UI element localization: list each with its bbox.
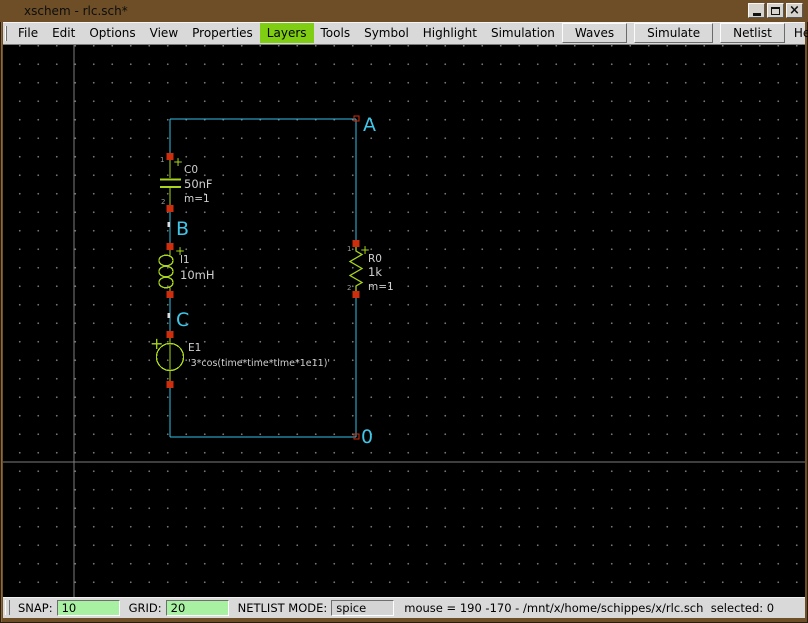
capacitor-mult[interactable]: m=1 — [184, 193, 210, 205]
schematic-canvas[interactable]: A B C 0 + 1 2 C0 50nF m=1 — [3, 45, 805, 597]
menu-file[interactable]: File — [11, 23, 45, 43]
menu-highlight[interactable]: Highlight — [416, 23, 484, 43]
menubar-gripper[interactable] — [5, 26, 7, 41]
source-value[interactable]: '3*cos(time*time*time*1e11)' — [188, 358, 330, 369]
titlebar[interactable]: xschem - rlc.sch* × — [0, 0, 808, 22]
minimize-button[interactable] — [748, 3, 765, 18]
resistor-pin2-number: 2 — [347, 284, 351, 292]
inductor-coil — [159, 255, 173, 288]
source-e1[interactable]: + E1 '3*cos(time*time*time*1e11)' — [150, 331, 330, 388]
inductor-value[interactable]: 10mH — [180, 268, 214, 282]
inductor-l1[interactable]: + l1 10mH — [159, 243, 214, 298]
menu-view[interactable]: View — [143, 23, 185, 43]
snap-label: SNAP: — [18, 601, 53, 615]
netlist-mode-input[interactable]: spice — [331, 600, 394, 616]
window-controls: × — [748, 3, 803, 18]
simulate-button[interactable]: Simulate — [634, 23, 713, 43]
close-icon: × — [789, 5, 800, 16]
resistor-r0[interactable]: + 1 2 R0 1k m=1 — [347, 240, 394, 298]
capacitor-pin2-number: 2 — [161, 198, 165, 206]
grid-input[interactable]: 20 — [166, 600, 229, 616]
net-label-0[interactable]: 0 — [361, 426, 373, 448]
status-info: mouse = 190 -170 - /mnt/x/home/schippes/… — [404, 601, 774, 615]
capacitor-c0[interactable]: + 1 2 C0 50nF m=1 — [160, 153, 213, 212]
inductor-ref[interactable]: l1 — [180, 254, 190, 266]
net-label-c[interactable]: C — [176, 309, 189, 331]
menu-symbol[interactable]: Symbol — [357, 23, 416, 43]
close-button[interactable]: × — [786, 3, 803, 18]
capacitor-pin1-number: 1 — [160, 156, 164, 164]
help-menu[interactable]: Help — [792, 24, 808, 42]
statusbar-gripper[interactable] — [5, 600, 10, 615]
resistor-pin2-square — [353, 291, 360, 298]
source-plus-sign: + — [150, 334, 163, 353]
menu-layers[interactable]: Layers — [260, 23, 314, 43]
source-pin1-square — [167, 331, 174, 338]
resistor-pin1-square — [353, 240, 360, 247]
capacitor-value[interactable]: 50nF — [184, 177, 213, 191]
menu-simulation[interactable]: Simulation — [484, 23, 562, 43]
menu-tools[interactable]: Tools — [314, 23, 358, 43]
window-title: xschem - rlc.sch* — [24, 0, 128, 22]
xschem-window: xschem - rlc.sch* × File Edit Options Vi… — [0, 0, 808, 623]
resistor-mult[interactable]: m=1 — [368, 281, 394, 293]
capacitor-plus-sign: + — [173, 155, 183, 169]
menu-properties[interactable]: Properties — [185, 23, 260, 43]
source-pin2-square — [167, 381, 174, 388]
waves-button[interactable]: Waves — [562, 23, 627, 43]
inductor-pin2-square — [167, 291, 174, 298]
menu-edit[interactable]: Edit — [45, 23, 82, 43]
net-label-c-anchor — [168, 313, 171, 318]
resistor-value[interactable]: 1k — [368, 265, 382, 279]
net-label-b-anchor — [168, 222, 171, 227]
netlist-mode-label: NETLIST MODE: — [238, 601, 328, 615]
source-ref[interactable]: E1 — [188, 342, 201, 354]
grid-label: GRID: — [129, 601, 162, 615]
capacitor-pin2-square — [167, 205, 174, 212]
menu-options[interactable]: Options — [82, 23, 142, 43]
menubar: File Edit Options View Properties Layers… — [3, 22, 805, 45]
resistor-ref[interactable]: R0 — [368, 253, 382, 265]
minimize-icon — [753, 13, 761, 16]
maximize-button[interactable] — [767, 3, 784, 18]
net-label-b[interactable]: B — [176, 218, 189, 240]
capacitor-ref[interactable]: C0 — [184, 164, 198, 176]
net-label-a[interactable]: A — [363, 114, 376, 136]
statusbar: SNAP: 10 GRID: 20 NETLIST MODE: spice mo… — [3, 597, 805, 618]
netlist-button[interactable]: Netlist — [720, 23, 785, 43]
maximize-icon — [771, 7, 780, 15]
inductor-pin1-square — [167, 243, 174, 250]
resistor-pin1-number: 1 — [347, 245, 351, 253]
snap-input[interactable]: 10 — [57, 600, 120, 616]
